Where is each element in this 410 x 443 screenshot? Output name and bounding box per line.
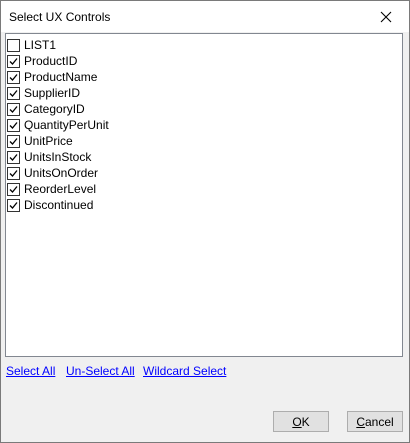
checkbox[interactable]: [7, 102, 20, 116]
checkbox[interactable]: [7, 118, 20, 132]
list-item-label: LIST1: [24, 38, 57, 52]
cancel-button-label: Cancel: [356, 414, 394, 429]
check-icon: [9, 153, 18, 161]
list-item-label: CategoryID: [24, 102, 85, 116]
checkbox[interactable]: [7, 70, 20, 84]
list-item-label: SupplierID: [24, 86, 81, 100]
checkbox[interactable]: [7, 182, 20, 196]
list-item[interactable]: CategoryID: [6, 101, 85, 117]
list-item[interactable]: UnitsOnOrder: [6, 165, 98, 181]
check-icon: [9, 73, 18, 81]
window-title: Select UX Controls: [9, 10, 111, 24]
list-item-label: ProductName: [24, 70, 98, 84]
list-item-label: UnitsOnOrder: [24, 166, 99, 180]
checkbox[interactable]: [7, 166, 20, 180]
check-icon: [9, 121, 18, 129]
list-item-label: ReorderLevel: [24, 182, 97, 196]
list-item[interactable]: ProductID: [6, 53, 77, 69]
list-item-label: UnitPrice: [24, 134, 73, 148]
check-icon: [9, 57, 18, 65]
list-item-label: QuantityPerUnit: [24, 118, 109, 132]
list-item-label: ProductID: [24, 54, 78, 68]
check-icon: [9, 201, 18, 209]
check-icon: [9, 169, 18, 177]
cancel-button[interactable]: Cancel: [347, 411, 403, 432]
list-item[interactable]: SupplierID: [6, 85, 80, 101]
ok-button-label: OK: [292, 414, 310, 429]
list-item[interactable]: QuantityPerUnit: [6, 117, 109, 133]
checkbox[interactable]: [7, 38, 20, 52]
checkbox[interactable]: [7, 54, 20, 68]
checkbox[interactable]: [7, 86, 20, 100]
list-item[interactable]: ProductName: [6, 69, 97, 85]
title-bar: Select UX Controls: [1, 1, 409, 32]
list-item[interactable]: UnitsInStock: [6, 149, 91, 165]
ok-button[interactable]: OK: [273, 411, 329, 432]
checkbox[interactable]: [7, 150, 20, 164]
controls-checklist[interactable]: LIST1 ProductID ProductName SupplierID Categ…: [5, 33, 403, 357]
list-item[interactable]: Discontinued: [6, 197, 93, 213]
list-item[interactable]: UnitPrice: [6, 133, 73, 149]
check-icon: [9, 89, 18, 97]
list-item-label: Discontinued: [24, 198, 94, 212]
dialog-window: Select UX Controls LIST1 ProductID Product…: [0, 0, 410, 443]
select-all-link[interactable]: Select All: [6, 364, 55, 378]
wildcard-select-link[interactable]: Wildcard Select: [143, 364, 226, 378]
list-item[interactable]: LIST1: [6, 37, 56, 53]
check-icon: [9, 185, 18, 193]
check-icon: [9, 137, 18, 145]
checkbox[interactable]: [7, 134, 20, 148]
close-icon: [380, 11, 392, 22]
close-button[interactable]: [363, 1, 409, 32]
list-item[interactable]: ReorderLevel: [6, 181, 96, 197]
list-item-label: UnitsInStock: [24, 150, 92, 164]
checkbox[interactable]: [7, 198, 20, 212]
unselect-all-link[interactable]: Un-Select All: [66, 364, 135, 378]
check-icon: [9, 105, 18, 113]
